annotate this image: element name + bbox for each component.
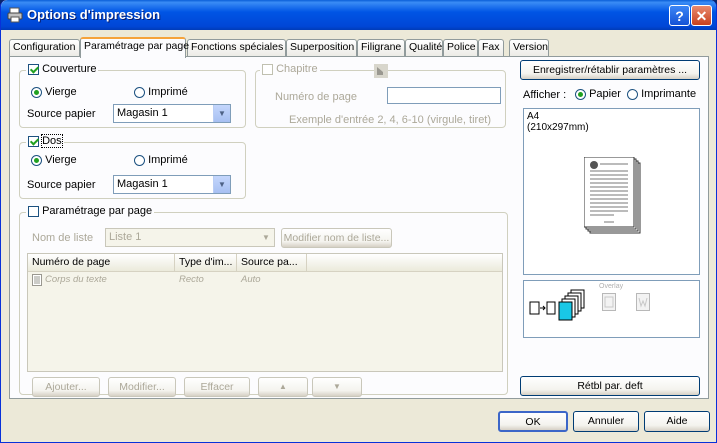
row-page: Corps du texte	[45, 274, 107, 285]
back-source-label: Source papier	[27, 179, 96, 191]
move-up-button[interactable]: ▲	[258, 377, 308, 397]
chapter-page-input[interactable]	[387, 87, 501, 104]
back-source-select[interactable]: Magasin 1 ▼	[113, 175, 231, 194]
paper-preview: A4 (210x297mm)	[523, 108, 700, 275]
tab-version[interactable]: Version	[509, 39, 549, 56]
delete-button[interactable]: Effacer	[184, 377, 250, 397]
chapter-checkbox[interactable]: Chapitre	[260, 63, 320, 75]
tab-configuration[interactable]: Configuration	[9, 39, 80, 56]
chevron-down-icon[interactable]: ▼	[213, 176, 230, 193]
multi-page-icon	[529, 289, 585, 321]
cover-source-select[interactable]: Magasin 1 ▼	[113, 104, 231, 123]
column-paper-source[interactable]: Source pa...	[237, 254, 307, 271]
row-source: Auto	[241, 274, 261, 285]
tab-per-page-settings[interactable]: Paramétrage par page	[80, 37, 189, 58]
tab-quality[interactable]: Qualité	[405, 39, 443, 56]
back-label: Dos	[41, 134, 63, 148]
cover-radio-printed-dot[interactable]	[134, 86, 145, 98]
add-button[interactable]: Ajouter...	[32, 377, 100, 397]
overlay-label: Overlay	[599, 283, 624, 290]
back-source-value: Magasin 1	[117, 178, 168, 190]
back-radio-blank-dot[interactable]	[31, 154, 42, 166]
cancel-button[interactable]: Annuler	[573, 411, 639, 432]
paper-dims-text: (210x297mm)	[527, 122, 589, 133]
display-radio-paper-dot[interactable]	[575, 88, 586, 100]
ok-button[interactable]: OK	[498, 411, 568, 432]
printer-icon	[7, 7, 23, 23]
tab-panel: Couverture Vierge Imprimé Source papier …	[9, 56, 709, 399]
cover-radio-printed-label: Imprimé	[148, 86, 188, 98]
table-row[interactable]: Corps du texte Recto Auto	[32, 273, 502, 287]
arrow-down-icon: ▼	[333, 382, 341, 391]
document-preview-icon	[584, 157, 641, 234]
list-header: Numéro de page Type d'im... Source pa...	[28, 254, 502, 272]
cover-radio-blank[interactable]: Vierge	[31, 86, 77, 98]
chapter-checkbox-box[interactable]	[262, 63, 273, 75]
back-radio-blank-label: Vierge	[45, 154, 77, 166]
display-radio-paper-label: Papier	[589, 88, 621, 100]
cover-radio-blank-dot[interactable]	[31, 86, 42, 98]
list-name-select[interactable]: Liste 1 ▼	[105, 228, 275, 247]
page-settings-list[interactable]: Numéro de page Type d'im... Source pa...…	[27, 253, 503, 372]
cover-label: Couverture	[42, 63, 97, 75]
arrow-up-icon: ▲	[279, 382, 287, 391]
modify-button[interactable]: Modifier...	[108, 377, 176, 397]
column-page-number[interactable]: Numéro de page	[28, 254, 175, 271]
close-button[interactable]: ✕	[691, 5, 712, 26]
save-restore-settings-button[interactable]: Enregistrer/rétablir paramètres ...	[520, 60, 700, 80]
move-down-button[interactable]: ▼	[312, 377, 362, 397]
chapter-page-label: Numéro de page	[275, 91, 357, 103]
back-checkbox-box[interactable]	[28, 135, 39, 147]
window-title: Options d'impression	[27, 7, 161, 22]
list-name-value: Liste 1	[109, 231, 142, 243]
cover-checkbox[interactable]: Couverture	[26, 63, 99, 75]
back-radio-printed-dot[interactable]	[134, 154, 145, 166]
tab-watermark[interactable]: Filigrane	[357, 39, 405, 56]
print-options-window: Options d'impression ? ✕ Configuration P…	[0, 0, 717, 443]
per-page-checkbox-box[interactable]	[28, 205, 39, 217]
document-icon	[32, 274, 42, 286]
chapter-example-text: Exemple d'entrée 2, 4, 6-10 (virgule, ti…	[289, 114, 492, 126]
tab-fax[interactable]: Fax	[478, 39, 504, 56]
help-button[interactable]: Aide	[644, 411, 710, 432]
close-icon: ✕	[695, 8, 708, 24]
per-page-checkbox[interactable]: Paramétrage par page	[26, 205, 155, 217]
reset-defaults-button[interactable]: Rétbl par. deft	[520, 376, 700, 396]
cover-radio-printed[interactable]: Imprimé	[134, 86, 188, 98]
back-radio-printed-label: Imprimé	[148, 154, 188, 166]
list-name-label: Nom de liste	[32, 232, 94, 244]
cover-source-label: Source papier	[27, 108, 96, 120]
display-radio-paper[interactable]: Papier	[575, 88, 621, 100]
display-radio-printer[interactable]: Imprimante	[627, 88, 696, 100]
chapter-pages-icon	[374, 64, 388, 78]
tab-overlay[interactable]: Superposition	[286, 39, 357, 56]
display-label: Afficher :	[523, 89, 567, 101]
tab-special-functions[interactable]: Fonctions spéciales	[187, 39, 286, 56]
back-radio-blank[interactable]: Vierge	[31, 154, 77, 166]
column-print-type[interactable]: Type d'im...	[175, 254, 237, 271]
display-radio-printer-label: Imprimante	[641, 88, 697, 100]
tab-font[interactable]: Police	[443, 39, 478, 56]
watermark-page-icon	[636, 293, 650, 311]
per-page-label: Paramétrage par page	[42, 205, 153, 217]
chevron-down-icon[interactable]: ▼	[258, 229, 274, 246]
overlay-preview: Overlay	[523, 280, 700, 338]
overlay-page-icon	[602, 293, 616, 311]
row-type: Recto	[179, 274, 204, 285]
back-checkbox[interactable]: Dos	[26, 134, 64, 148]
modify-list-name-button[interactable]: Modifier nom de liste...	[281, 228, 392, 248]
paper-size-text: A4	[527, 111, 540, 122]
cover-checkbox-box[interactable]	[28, 63, 39, 75]
chapter-label: Chapitre	[276, 63, 318, 75]
help-title-button[interactable]: ?	[669, 5, 690, 26]
chevron-down-icon[interactable]: ▼	[213, 105, 230, 122]
display-radio-printer-dot[interactable]	[627, 88, 638, 100]
cover-source-value: Magasin 1	[117, 107, 168, 119]
back-radio-printed[interactable]: Imprimé	[134, 154, 188, 166]
title-bar[interactable]: Options d'impression ? ✕	[1, 0, 716, 30]
cover-radio-blank-label: Vierge	[45, 86, 77, 98]
